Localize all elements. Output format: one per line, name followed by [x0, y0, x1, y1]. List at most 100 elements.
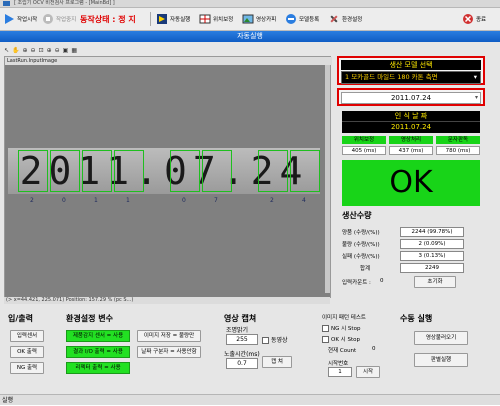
timing-grid: 위치보정 영상처리 문자판독 405 (ms) 437 (ms) 780 (ms…: [342, 136, 480, 156]
date-value: 2011.07.24: [390, 94, 432, 102]
digit-label: 1: [94, 197, 98, 204]
test-title: 이미지 패턴 테스트: [322, 315, 366, 321]
brightness-input[interactable]: 255: [226, 334, 258, 345]
brightness-label: 조명밝기: [226, 327, 249, 334]
ng-stop-checkbox[interactable]: NG 시 Stop: [322, 324, 360, 332]
image-scrollbar[interactable]: [325, 65, 330, 293]
image-toolbar: ↖ ✋ ⊕ ⊖ ⊡ ⊕ ⊖ ▣ ▦: [4, 45, 330, 55]
grid-icon[interactable]: ▦: [71, 47, 77, 54]
recognized-date-title: 인 식 날 짜: [342, 111, 480, 121]
calendar-icon[interactable]: ▾: [475, 93, 478, 103]
good-value: 2244 (99.78%): [400, 227, 464, 237]
test-start-button[interactable]: 시작: [356, 366, 380, 378]
env-settings-button[interactable]: 환경설정: [328, 11, 362, 27]
date-field-panel: 2011.07.24 ▾: [337, 88, 485, 106]
exit-button[interactable]: 종료: [462, 11, 486, 27]
digit-label: 7: [214, 197, 218, 204]
io-output-toggle[interactable]: 결과 I/O 출력 = 사용: [66, 346, 130, 358]
main-toolbar: 작업시작 작업중지 동작상태 : 정 지 자동실행 위치보정 영상카피 모델등록: [0, 8, 500, 31]
process-time-value: 437 (ms): [389, 146, 433, 155]
result-indicator: OK: [342, 160, 480, 206]
pointer-icon[interactable]: ↖: [4, 47, 9, 54]
reset-button[interactable]: 초기화: [414, 276, 456, 288]
digit-box: [18, 150, 48, 192]
exposure-label: 노출시간(ms): [224, 351, 260, 358]
image-save-toggle[interactable]: 이미지 저장 = 불량만: [137, 330, 201, 342]
digit-label: 0: [182, 197, 186, 204]
tools-icon: [330, 15, 338, 23]
input-sensor-button[interactable]: 입력센서: [10, 330, 44, 342]
chevron-down-icon: ▾: [473, 73, 477, 81]
auto-run-icon: [157, 14, 167, 24]
start-button[interactable]: 작업시작: [3, 11, 37, 27]
image-copy-button[interactable]: 영상카피: [242, 11, 276, 27]
stop-button[interactable]: 작업중지: [42, 11, 76, 27]
pan-icon[interactable]: ✋: [12, 47, 19, 54]
zoom-in-icon[interactable]: ⊕: [23, 47, 28, 54]
rejector-toggle[interactable]: 리젝터 출력 = 사용: [66, 362, 130, 374]
date-picker[interactable]: 2011.07.24 ▾: [341, 92, 481, 104]
model-register-button[interactable]: 모델등록: [285, 11, 319, 27]
coordinate-bar: (> x=44.421, 225.071) Position: 157.29 %…: [4, 297, 330, 304]
model-icon: [286, 14, 296, 24]
auto-run-button[interactable]: 자동실행: [156, 11, 190, 27]
checkbox-icon: [322, 336, 329, 343]
digit-label: 0: [62, 197, 66, 204]
model-select[interactable]: 1 모카골드 마일드 180 카톤 측면 ▾: [341, 71, 481, 84]
video-checkbox[interactable]: 동영상: [262, 335, 288, 344]
date-separator-toggle[interactable]: 날짜 구분자 = 사용안함: [137, 346, 201, 358]
total-value: 2249: [400, 263, 464, 273]
zoom-out-icon[interactable]: ⊖: [31, 47, 36, 54]
play-icon: [5, 14, 14, 24]
zoom-out-icon-2[interactable]: ⊖: [55, 47, 60, 54]
load-image-button[interactable]: 영상불러오기: [414, 331, 468, 345]
model-select-panel: 생산 모델 선택 1 모카골드 마일드 180 카톤 측면 ▾: [337, 56, 485, 85]
ng-output-button[interactable]: NG 출력: [10, 362, 44, 374]
fail-label: 실패 (수량/(%)): [342, 254, 380, 260]
digit-box: [170, 150, 200, 192]
env-title: 환경설정 변수: [66, 314, 113, 323]
fail-value: 3 (0.13%): [400, 251, 464, 261]
total-label: 합계: [360, 266, 371, 272]
exit-icon: [463, 14, 473, 24]
ok-output-button[interactable]: OK 출력: [10, 346, 44, 358]
ocr-time-label: 문자판독: [436, 136, 480, 144]
checkbox-icon: [262, 337, 269, 344]
digit-box: [82, 150, 112, 192]
digit-label: 4: [302, 197, 306, 204]
status-bar: 실행: [0, 394, 500, 405]
zoom-fit-icon[interactable]: ⊡: [39, 47, 44, 54]
fit-window-icon[interactable]: ▣: [63, 47, 69, 54]
input-count-value: 0: [380, 278, 384, 284]
main-window: [ 조립기 OCV 비전검사 프로그램 - [MainBd] ] 작업시작 작업…: [0, 0, 500, 405]
current-count-value: 0: [372, 346, 376, 352]
image-icon: [242, 14, 254, 24]
zoom-in-icon-2[interactable]: ⊕: [47, 47, 52, 54]
recognized-date: 2011.07.24: [342, 121, 480, 133]
window-title: [ 조립기 OCV 비전검사 프로그램 - [MainBd] ]: [14, 0, 115, 6]
stop-icon: [43, 14, 53, 24]
defect-label: 불량 (수량/(%)): [342, 242, 380, 248]
digit-box: [258, 150, 288, 192]
manual-title: 수동 실행: [400, 314, 433, 323]
sensor-toggle[interactable]: 제품감지 센서 = 사용: [66, 330, 130, 342]
exposure-input[interactable]: 0.7: [226, 358, 258, 369]
start-no-input[interactable]: 1: [328, 367, 352, 377]
position-time-label: 위치보정: [342, 136, 386, 144]
capture-button[interactable]: 캡 쳐: [262, 356, 292, 368]
digit-box: [290, 150, 320, 192]
digit-label: 2: [30, 197, 34, 204]
io-title: 입/출력: [8, 314, 34, 323]
good-label: 양품 (수량/(%)): [342, 230, 380, 236]
ocr-time-value: 780 (ms): [436, 146, 480, 155]
position-time-value: 405 (ms): [342, 146, 386, 155]
current-count-label: 현재 Count: [328, 348, 357, 354]
ok-stop-checkbox[interactable]: OK 시 Stop: [322, 335, 360, 343]
production-title: 생산수량: [342, 211, 372, 220]
digit-label: 1: [126, 197, 130, 204]
digit-box: [202, 150, 232, 192]
manual-run-button[interactable]: 판별실행: [414, 353, 468, 367]
status-text: 동작상태 : 정 지: [80, 14, 136, 24]
digit-box: [114, 150, 144, 192]
position-button[interactable]: 위치보정: [199, 11, 233, 27]
